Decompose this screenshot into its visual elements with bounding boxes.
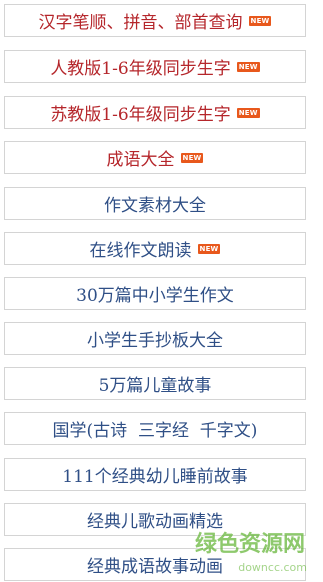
menu-item-shouchaoban[interactable]: 小学生手抄板大全 bbox=[4, 322, 306, 355]
menu-item-sujiao-shengzi[interactable]: 苏教版1-6年级同步生字 NEW bbox=[4, 96, 306, 129]
new-badge: NEW bbox=[180, 152, 204, 163]
menu-item-renjiao-shengzi[interactable]: 人教版1-6年级同步生字 NEW bbox=[4, 50, 306, 83]
menu-item-label: 国学(古诗 三字经 千字文) bbox=[52, 421, 258, 441]
watermark-logo: 绿色资源网 bbox=[194, 532, 305, 557]
new-badge: NEW bbox=[236, 107, 260, 118]
menu-item-guoxue[interactable]: 国学(古诗 三字经 千字文) bbox=[4, 412, 306, 445]
menu-item-label: 5万篇儿童故事 bbox=[98, 376, 212, 396]
menu-item-label: 苏教版1-6年级同步生字 bbox=[50, 105, 231, 125]
menu-item-zuowen-sucai[interactable]: 作文素材大全 bbox=[4, 187, 306, 220]
menu-item-shuiqian-gushi[interactable]: 111个经典幼儿睡前故事 bbox=[4, 458, 306, 491]
new-badge: NEW bbox=[248, 15, 272, 26]
menu-item-label: 汉字笔顺、拼音、部首查询 bbox=[38, 13, 243, 33]
menu-item-label: 在线作文朗读 bbox=[89, 241, 192, 261]
menu-item-ertong-gushi[interactable]: 5万篇儿童故事 bbox=[4, 367, 306, 400]
menu-item-chengyu[interactable]: 成语大全 NEW bbox=[4, 141, 306, 174]
menu-item-label: 30万篇中小学生作文 bbox=[76, 286, 234, 306]
menu-item-label: 作文素材大全 bbox=[104, 196, 206, 216]
menu-item-label: 成语大全 bbox=[106, 150, 175, 170]
new-badge: NEW bbox=[236, 61, 260, 72]
menu-item-zuowen-30w[interactable]: 30万篇中小学生作文 bbox=[4, 277, 306, 310]
watermark-url: downcc.com bbox=[238, 561, 307, 574]
new-badge: NEW bbox=[197, 243, 221, 254]
menu-item-zuowen-langdu[interactable]: 在线作文朗读 NEW bbox=[4, 232, 306, 265]
menu-item-hanzi-lookup[interactable]: 汉字笔顺、拼音、部首查询 NEW bbox=[4, 4, 306, 37]
menu-item-label: 111个经典幼儿睡前故事 bbox=[62, 467, 248, 487]
menu-item-label: 人教版1-6年级同步生字 bbox=[50, 59, 231, 79]
menu-item-label: 小学生手抄板大全 bbox=[87, 331, 223, 351]
